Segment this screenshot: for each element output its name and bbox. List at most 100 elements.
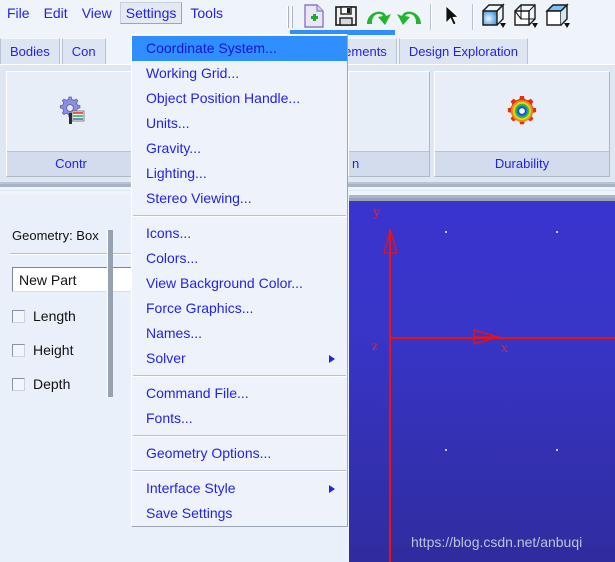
new-file-button[interactable]	[298, 2, 330, 32]
menu-item-label: Icons...	[146, 225, 192, 241]
menu-item-save-settings[interactable]: Save Settings	[132, 501, 347, 526]
save-button[interactable]	[330, 2, 362, 32]
new-file-icon	[303, 3, 325, 31]
checkbox-row-length[interactable]: Length	[12, 305, 76, 327]
menu-item-label: Solver	[146, 350, 186, 366]
form-scrollbar[interactable]	[107, 230, 113, 397]
menu-item-colors[interactable]: Colors...	[132, 246, 347, 271]
durability-rainbow-gear-icon	[507, 95, 537, 124]
palette-label-control: Contr	[7, 151, 135, 176]
menu-item-interface-style[interactable]: Interface Style	[132, 476, 347, 501]
select-cursor-icon	[444, 4, 460, 31]
menu-item-label: Names...	[146, 325, 203, 341]
palette-icon-partial	[349, 72, 429, 151]
checkbox-depth[interactable]	[12, 377, 25, 391]
submenu-arrow-icon	[329, 485, 335, 493]
menu-item-label: View Background Color...	[146, 275, 303, 291]
menu-item-stereo-viewing[interactable]: Stereo Viewing...	[132, 186, 347, 211]
axis-label-y: y	[373, 205, 380, 220]
palette-icon-durability	[435, 72, 609, 151]
grid-dot	[556, 231, 558, 233]
menu-item-gravity[interactable]: Gravity...	[132, 136, 347, 161]
menu-item-coordinate-system[interactable]: Coordinate System...	[132, 36, 347, 61]
menu-item-label: Colors...	[146, 250, 199, 266]
menu-item-working-grid[interactable]: Working Grid...	[132, 61, 347, 86]
menu-separator-3	[133, 435, 346, 437]
menu-item-label: Command File...	[146, 385, 249, 401]
menu-item-names[interactable]: Names...	[132, 321, 347, 346]
cube-shaded-button[interactable]	[478, 2, 510, 32]
model-viewport[interactable]: y x z https://blog.csdn.net/anbuqi	[349, 201, 615, 562]
menu-item-icons[interactable]: Icons...	[132, 221, 347, 246]
palette-card-control[interactable]: Contr	[6, 71, 136, 177]
settings-dropdown-menu: Coordinate System... Working Grid... Obj…	[131, 34, 348, 527]
axis-y-arrowhead	[383, 227, 398, 254]
checkbox-length[interactable]	[12, 309, 25, 323]
toolbar-separator-1	[430, 4, 432, 30]
menu-separator-4	[133, 470, 346, 472]
menu-item-units[interactable]: Units...	[132, 111, 347, 136]
menu-item-label: Working Grid...	[146, 65, 240, 81]
grid-dot	[445, 231, 447, 233]
menu-item-label: Fonts...	[146, 410, 193, 426]
palette-label-durability: Durability	[435, 151, 609, 176]
axis-label-x: x	[501, 341, 508, 356]
checkbox-label-height: Height	[33, 342, 74, 358]
toolbar-separator-2	[472, 4, 474, 30]
toolbar	[286, 0, 574, 34]
tab-design-exploration[interactable]: Design Exploration	[398, 38, 528, 64]
checkbox-label-depth: Depth	[33, 376, 71, 392]
menu-item-solver[interactable]: Solver	[132, 346, 347, 371]
cube-shaded-icon	[480, 2, 508, 32]
menu-item-label: Lighting...	[146, 165, 207, 181]
save-icon	[334, 4, 358, 31]
grid-dot	[445, 449, 447, 451]
menu-item-label: Object Position Handle...	[146, 90, 301, 106]
menu-item-fonts[interactable]: Fonts...	[132, 406, 347, 431]
select-cursor-button[interactable]	[436, 2, 468, 32]
tab-bodies[interactable]: Bodies	[0, 38, 60, 64]
checkbox-label-length: Length	[33, 308, 76, 324]
menu-item-object-position-handle[interactable]: Object Position Handle...	[132, 86, 347, 111]
menu-item-view-background-color[interactable]: View Background Color...	[132, 271, 347, 296]
palette-card-durability[interactable]: Durability	[434, 71, 610, 177]
redo-button[interactable]	[362, 2, 394, 32]
checkbox-height[interactable]	[12, 343, 25, 357]
menu-item-command-file[interactable]: Command File...	[132, 381, 347, 406]
palette-label-partial: n	[349, 151, 429, 176]
menu-tools[interactable]: Tools	[184, 2, 229, 24]
menu-item-force-graphics[interactable]: Force Graphics...	[132, 296, 347, 321]
submenu-arrow-icon	[329, 355, 335, 363]
axis-x-arrowhead	[473, 327, 501, 347]
settings-gear-colored-icon	[59, 96, 85, 124]
menu-item-label: Units...	[146, 115, 190, 131]
menu-edit[interactable]: Edit	[38, 2, 74, 24]
checkbox-row-depth[interactable]: Depth	[12, 373, 70, 395]
watermark-text: https://blog.csdn.net/anbuqi	[411, 534, 583, 550]
cube-top-shaded-button[interactable]	[542, 2, 574, 32]
cube-top-shaded-icon	[544, 2, 572, 32]
menu-item-geometry-options[interactable]: Geometry Options...	[132, 441, 347, 466]
menu-file[interactable]: File	[1, 2, 36, 24]
axis-y-line	[389, 229, 391, 562]
menu-separator-1	[133, 215, 346, 217]
menu-item-label: Gravity...	[146, 140, 201, 156]
application-window: File Edit View Settings Tools Bodies Con…	[0, 0, 615, 562]
toolbar-drag-handle[interactable]	[286, 4, 295, 30]
menu-item-label: Interface Style	[146, 480, 236, 496]
menu-separator-2	[133, 375, 346, 377]
menu-item-lighting[interactable]: Lighting...	[132, 161, 347, 186]
menu-item-label: Geometry Options...	[146, 445, 272, 461]
palette-card-partial[interactable]: n	[348, 71, 430, 177]
undo-icon	[396, 4, 424, 31]
menu-view[interactable]: View	[76, 2, 118, 24]
cube-wireframe-icon	[512, 3, 540, 32]
cube-wireframe-button[interactable]	[510, 2, 542, 32]
tab-connectors[interactable]: Con	[61, 38, 106, 64]
menu-item-label: Force Graphics...	[146, 300, 254, 316]
menu-item-label: Stereo Viewing...	[146, 190, 252, 206]
menu-settings[interactable]: Settings	[119, 2, 183, 24]
checkbox-row-height[interactable]: Height	[12, 339, 73, 361]
undo-button[interactable]	[394, 2, 426, 32]
menu-item-label: Save Settings	[146, 505, 233, 521]
